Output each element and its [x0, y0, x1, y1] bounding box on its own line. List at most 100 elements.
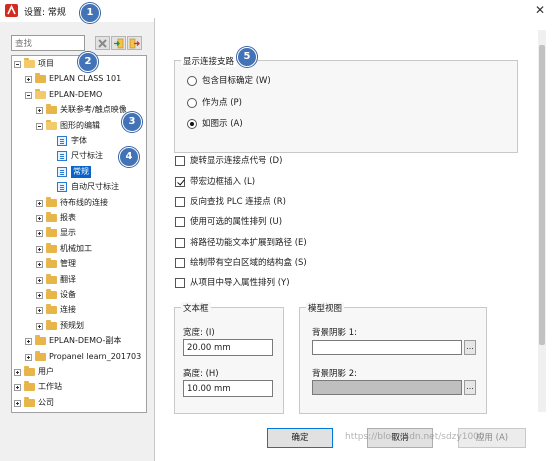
tree-item[interactable]: EPLAN CLASS 101 [12, 73, 146, 85]
tree-item[interactable]: EPLAN-DEMO-副本 [12, 335, 146, 347]
checkbox-label: 绘制带有空白区域的结构盒 (S) [190, 258, 307, 268]
settings-page-icon [57, 136, 67, 146]
group-title: 模型视图 [306, 302, 345, 314]
tree-item[interactable]: 显示 [12, 227, 146, 239]
folder-icon [46, 289, 57, 299]
expand-icon[interactable] [36, 276, 43, 284]
shadow2-browse-button[interactable]: ... [464, 380, 476, 395]
expand-icon[interactable] [36, 322, 43, 330]
tree-item[interactable]: 待布线的连接 [12, 196, 146, 209]
shadow1-browse-button[interactable]: ... [464, 340, 476, 355]
folder-icon [35, 73, 46, 84]
tree-item[interactable]: 字体 [12, 135, 146, 147]
shadow1-color-box [312, 340, 462, 355]
settings-page-icon [57, 166, 67, 177]
tree-item-label: 待布线的连接 [60, 197, 108, 207]
shadow1-label: 背景阴影 1: [312, 328, 357, 338]
tree-item-label: 设备 [60, 290, 76, 299]
expand-icon[interactable] [36, 199, 43, 207]
window-title: 设置: 常规 [24, 8, 66, 18]
tree-item[interactable]: 用户 [12, 366, 146, 378]
radio-button[interactable] [187, 76, 197, 86]
collapse-icon[interactable] [36, 122, 43, 130]
expand-icon[interactable] [14, 369, 21, 376]
width-input[interactable]: 20.00 mm [183, 339, 273, 356]
tree-item[interactable]: 设备 [12, 289, 146, 301]
folder-icon [35, 88, 46, 99]
tree-item-label: Propanel learn_201703 [49, 351, 142, 361]
expand-icon[interactable] [25, 338, 32, 346]
expand-icon[interactable] [25, 76, 32, 84]
tree-item[interactable]: 工作站 [12, 381, 146, 393]
delete-icon [98, 39, 107, 48]
shadow2-color-box [312, 380, 462, 395]
expand-icon[interactable] [25, 353, 32, 361]
checkbox[interactable] [175, 258, 185, 268]
checkbox[interactable] [175, 156, 185, 166]
folder-icon [46, 273, 57, 284]
import-button[interactable] [111, 36, 126, 50]
callout-marker-5: 5 [237, 47, 257, 67]
radio-button[interactable] [187, 119, 197, 129]
folder-icon [35, 350, 46, 361]
tree-item[interactable]: 翻译 [12, 273, 146, 286]
ok-button[interactable]: 确定 [267, 428, 333, 448]
export-icon [129, 38, 140, 49]
eplan-app-icon [5, 4, 18, 17]
tree-item[interactable]: 机械加工 [12, 242, 146, 255]
tree-item-label: 管理 [60, 259, 76, 269]
checkbox[interactable] [175, 177, 185, 187]
tree-item[interactable]: 报表 [12, 212, 146, 224]
radio-button[interactable] [187, 98, 197, 108]
folder-icon [46, 119, 57, 130]
tree-item[interactable]: EPLAN-DEMO [12, 88, 146, 101]
tree-item-label: 常规 [71, 165, 91, 178]
search-input[interactable] [11, 35, 85, 51]
tree-item-label: 预规划 [60, 320, 84, 330]
settings-page-icon [57, 151, 67, 162]
scroll-thumb[interactable] [539, 45, 545, 345]
checkbox[interactable] [175, 197, 185, 207]
tree-item[interactable]: Propanel learn_201703 [12, 350, 146, 363]
folder-icon [46, 227, 57, 238]
tree-item[interactable]: 预规划 [12, 319, 146, 332]
expand-icon[interactable] [36, 230, 43, 238]
tree-item-label: 图形的编辑 [60, 120, 100, 130]
tree-item-label: 显示 [60, 228, 76, 238]
tree-item[interactable]: 管理 [12, 258, 146, 270]
checkbox[interactable] [175, 278, 185, 288]
folder-icon [46, 212, 57, 222]
expand-icon[interactable] [36, 215, 43, 222]
folder-icon [46, 258, 57, 269]
tree-item-label: 自动尺寸标注 [71, 182, 119, 192]
tree-item[interactable]: 连接 [12, 304, 146, 316]
folder-icon [46, 104, 57, 115]
expand-icon[interactable] [36, 107, 43, 115]
checkbox[interactable] [175, 238, 185, 248]
callout-marker-2: 2 [78, 52, 98, 72]
folder-icon [46, 319, 57, 330]
tree-item-label: 项目 [38, 59, 54, 68]
group-title: 文本框 [181, 302, 211, 314]
tree-item-label: EPLAN-DEMO-副本 [49, 336, 122, 346]
settings-tree[interactable]: 项目 EPLAN CLASS 101 EPLAN-DEMO 关联参考/触点映像 图形的编… [11, 55, 147, 413]
expand-icon[interactable] [14, 399, 21, 407]
expand-icon[interactable] [14, 384, 21, 392]
tree-item[interactable]: 公司 [12, 396, 146, 409]
expand-icon[interactable] [36, 307, 43, 315]
folder-icon [24, 58, 35, 68]
expand-icon[interactable] [36, 261, 43, 269]
collapse-icon[interactable] [14, 61, 21, 68]
tree-item[interactable]: 常规 [12, 165, 146, 178]
close-icon[interactable]: ✕ [535, 3, 545, 17]
tree-item[interactable]: 自动尺寸标注 [12, 181, 146, 193]
export-button[interactable] [127, 36, 142, 50]
expand-icon[interactable] [36, 292, 43, 299]
checkbox[interactable] [175, 217, 185, 227]
vertical-scrollbar[interactable] [538, 30, 546, 412]
height-input[interactable]: 10.00 mm [183, 380, 273, 397]
tree-item-label: 用户 [38, 367, 54, 376]
collapse-icon[interactable] [25, 91, 32, 99]
expand-icon[interactable] [36, 245, 43, 253]
delete-button[interactable] [95, 36, 110, 50]
